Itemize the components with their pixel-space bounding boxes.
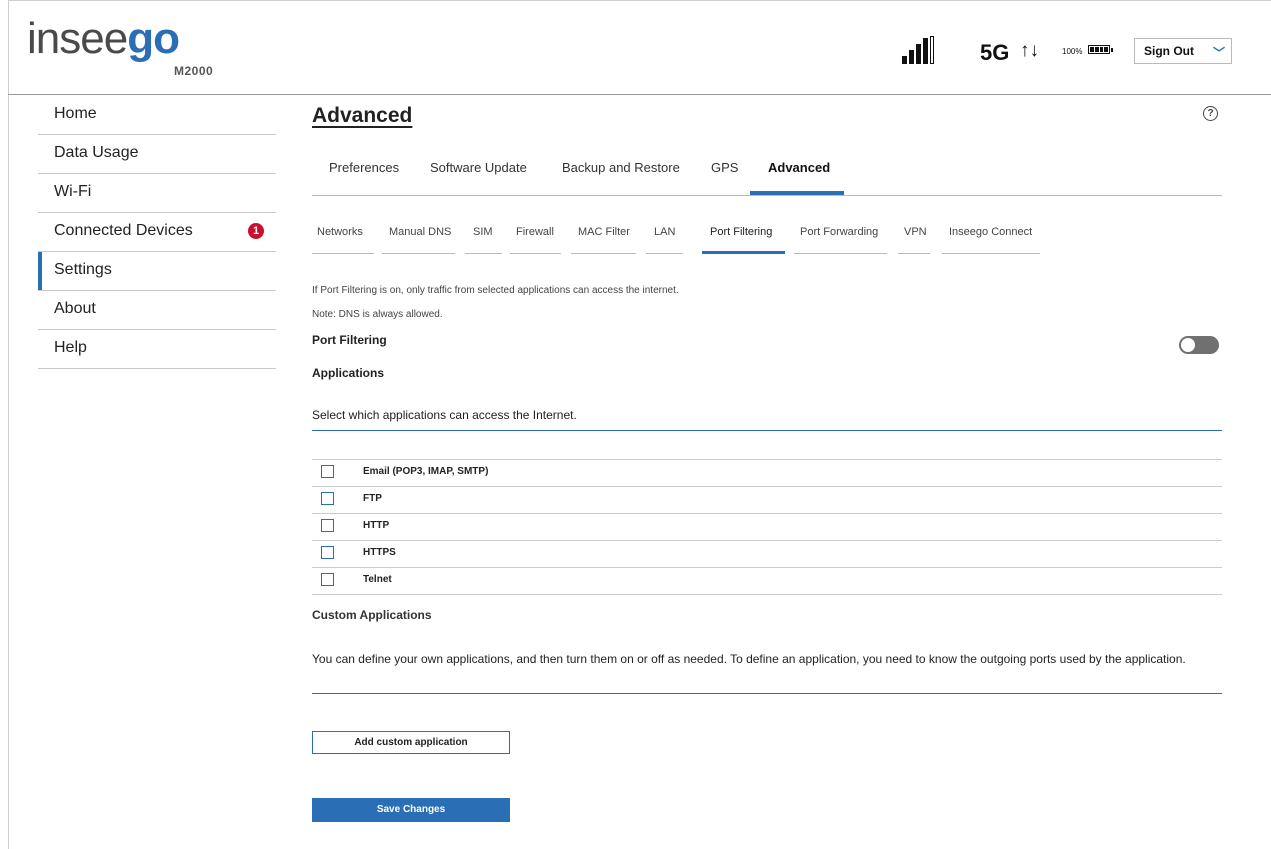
port-filtering-toggle[interactable] (1179, 336, 1219, 354)
help-icon[interactable]: ? (1203, 106, 1218, 121)
sidebar-item-label: Home (54, 105, 97, 122)
list-item: HTTP (312, 514, 1222, 541)
ftp-checkbox[interactable] (321, 492, 334, 505)
sidebar-item-settings[interactable]: Settings (38, 252, 276, 291)
sidebar-item-wifi[interactable]: Wi-Fi (38, 174, 276, 213)
sidebar-item-home[interactable]: Home (38, 96, 276, 135)
subtab-firewall[interactable]: Firewall (510, 226, 561, 254)
sidebar-nav: Home Data Usage Wi-Fi Connected Devices 1… (38, 96, 276, 369)
sidebar-item-connected-devices[interactable]: Connected Devices 1 (38, 213, 276, 252)
subtab-lan[interactable]: LAN (646, 226, 683, 254)
header-divider (8, 94, 1271, 95)
add-custom-application-button[interactable]: Add custom application (312, 731, 510, 754)
https-checkbox[interactable] (321, 546, 334, 559)
list-item: Telnet (312, 568, 1222, 595)
chevron-down-icon: ﹀ (1212, 46, 1225, 60)
subtab-port-forwarding[interactable]: Port Forwarding (794, 226, 887, 254)
toggle-knob (1181, 338, 1195, 352)
tab-gps[interactable]: GPS (711, 160, 738, 187)
battery-tip (1111, 48, 1113, 52)
list-item: HTTPS (312, 541, 1222, 568)
applications-heading: Applications (312, 366, 385, 380)
network-type-label: 5G (980, 40, 1010, 65)
advanced-subtabs: Networks Manual DNS SIM Firewall MAC Fil… (312, 220, 1222, 254)
sidebar-item-label: Help (54, 339, 87, 356)
custom-applications-heading: Custom Applications (312, 608, 432, 622)
settings-tabs: Preferences Software Update Backup and R… (312, 158, 1222, 196)
sidebar-item-label: Connected Devices (54, 222, 193, 239)
frame-top-border (8, 0, 1271, 1)
sidebar-item-help[interactable]: Help (38, 330, 276, 369)
active-tab-indicator (750, 191, 844, 195)
battery-icon (1088, 45, 1110, 54)
subtab-sim[interactable]: SIM (465, 226, 502, 254)
data-activity-icon: ↑↓ (1020, 40, 1039, 61)
sidebar-item-label: Settings (54, 261, 112, 278)
subtab-mac-filter[interactable]: MAC Filter (571, 226, 636, 254)
page-title: Advanced (312, 104, 413, 127)
subtab-port-filtering[interactable]: Port Filtering (702, 226, 785, 254)
dns-note: Note: DNS is always allowed. (312, 309, 443, 320)
subtab-vpn[interactable]: VPN (898, 226, 930, 254)
app-name: Email (POP3, IMAP, SMTP) (363, 466, 489, 477)
custom-applications-divider (312, 693, 1222, 694)
sidebar-item-about[interactable]: About (38, 291, 276, 330)
sidebar-item-label: About (54, 300, 96, 317)
custom-applications-description: You can define your own applications, an… (312, 652, 1186, 666)
app-name: Telnet (363, 574, 392, 585)
sign-out-dropdown[interactable]: Sign Out ﹀ (1134, 38, 1232, 64)
list-item: Email (POP3, IMAP, SMTP) (312, 460, 1222, 487)
sidebar-item-label: Wi-Fi (54, 183, 92, 200)
device-model: M2000 (174, 64, 214, 78)
inseego-logo: inseego (27, 14, 180, 63)
app-name: HTTPS (363, 547, 396, 558)
signal-strength-icon (902, 36, 936, 64)
port-filtering-label: Port Filtering (312, 333, 387, 347)
tab-backup-restore[interactable]: Backup and Restore (562, 160, 680, 187)
subtab-networks[interactable]: Networks (312, 226, 374, 254)
applications-divider (312, 430, 1222, 431)
http-checkbox[interactable] (321, 519, 334, 532)
save-changes-button[interactable]: Save Changes (312, 798, 510, 822)
app-name: FTP (363, 493, 382, 504)
tab-preferences[interactable]: Preferences (329, 160, 399, 187)
tab-advanced[interactable]: Advanced (768, 160, 830, 187)
list-item: FTP (312, 487, 1222, 514)
subtab-manual-dns[interactable]: Manual DNS (382, 226, 455, 254)
applications-description: Select which applications can access the… (312, 408, 577, 422)
sign-out-label: Sign Out (1144, 44, 1194, 58)
applications-list: Email (POP3, IMAP, SMTP) FTP HTTP HTTPS … (312, 459, 1222, 595)
frame-left-border (8, 0, 9, 849)
sidebar-item-data-usage[interactable]: Data Usage (38, 135, 276, 174)
battery-percent: 100% (1062, 47, 1083, 56)
telnet-checkbox[interactable] (321, 573, 334, 586)
subtab-inseego-connect[interactable]: Inseego Connect (942, 226, 1040, 254)
app-name: HTTP (363, 520, 390, 531)
email-checkbox[interactable] (321, 465, 334, 478)
port-filtering-intro: If Port Filtering is on, only traffic fr… (312, 285, 679, 296)
notification-badge: 1 (248, 223, 264, 239)
tab-software-update[interactable]: Software Update (430, 160, 527, 187)
sidebar-item-label: Data Usage (54, 144, 139, 161)
